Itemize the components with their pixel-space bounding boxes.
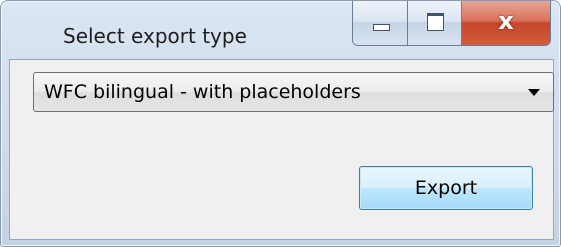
close-button[interactable]: x (462, 1, 550, 45)
export-type-dropdown[interactable]: WFC bilingual - with placeholders (33, 72, 554, 112)
minimize-button[interactable] (353, 1, 408, 45)
caption-buttons: x (352, 1, 551, 46)
minimize-icon (373, 24, 390, 31)
maximize-icon (427, 13, 444, 31)
close-icon: x (498, 7, 514, 35)
dialog-body: WFC bilingual - with placeholders Export (9, 59, 554, 240)
dropdown-arrow-icon[interactable] (528, 89, 540, 96)
title-bar[interactable]: Select export type x (1, 1, 560, 59)
export-button[interactable]: Export (359, 166, 533, 210)
dialog-window: Select export type x WFC bilingual - wit… (0, 0, 561, 247)
export-type-selected: WFC bilingual - with placeholders (44, 81, 361, 103)
export-button-label: Export (414, 177, 478, 199)
maximize-button[interactable] (408, 1, 462, 45)
window-title: Select export type (63, 24, 247, 48)
